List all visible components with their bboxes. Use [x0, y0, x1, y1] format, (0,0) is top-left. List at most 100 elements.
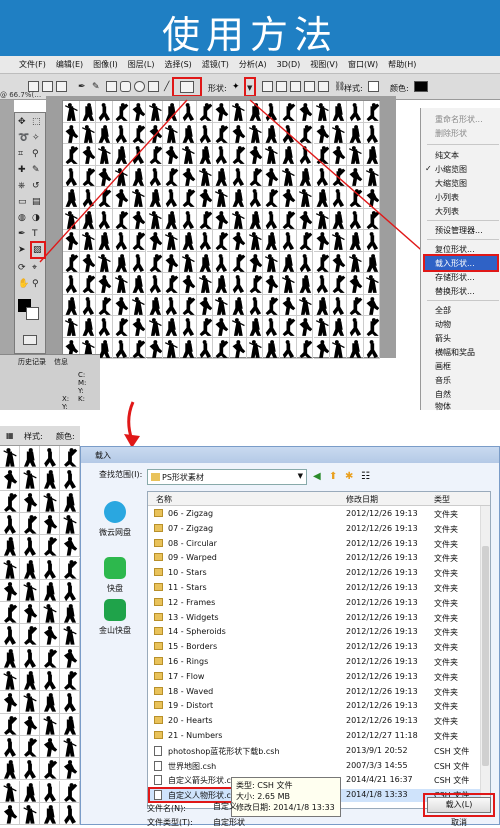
shape-thumbnail[interactable] [40, 691, 60, 714]
tab-info[interactable]: 信息 [54, 357, 68, 367]
menu-item-large-list[interactable]: 大列表 [435, 206, 459, 217]
chevron-down-icon[interactable]: ▼ [298, 472, 303, 480]
menu-item-preset-manager[interactable]: 预设管理器... [435, 225, 483, 236]
place-weiyun[interactable]: 微云网盘 [85, 501, 145, 538]
shape-thumbnail[interactable] [20, 579, 40, 603]
shape-thumbnail[interactable] [0, 691, 20, 714]
shape-thumbnail[interactable] [20, 802, 40, 826]
shape-thumbnail[interactable] [40, 512, 60, 536]
shape-thumbnail[interactable] [0, 646, 20, 669]
file-row[interactable]: 12 - Frames 2012/12/26 19:13 文件夹 [148, 597, 488, 610]
shape-thumbnail[interactable] [40, 669, 60, 692]
shape-thumbnail[interactable] [20, 646, 40, 669]
file-row[interactable]: 15 - Borders 2012/12/26 19:13 文件夹 [148, 641, 488, 654]
file-row[interactable]: 世界地图.csh 2007/3/3 14:55 CSH 文件 [148, 760, 488, 773]
shape-thumbnail[interactable] [0, 490, 20, 513]
filename-input[interactable]: 自定义 [213, 801, 243, 813]
grid-icon[interactable]: ▦ [6, 431, 14, 440]
scrollbar-thumb[interactable] [482, 546, 489, 766]
menu-item-nature[interactable]: 自然 [435, 389, 451, 400]
shape-thumbnail[interactable] [40, 557, 60, 580]
shape-thumbnail[interactable] [60, 535, 80, 558]
shape-thumbnail[interactable] [0, 557, 20, 580]
up-folder-icon[interactable]: ⬆ [329, 471, 337, 482]
shape-thumbnail[interactable] [40, 579, 60, 603]
shape-thumbnail[interactable] [60, 512, 80, 536]
menu-item-load-shapes[interactable]: 载入形状... [435, 258, 475, 269]
shape-thumbnail[interactable] [0, 802, 20, 826]
shape-thumbnail[interactable] [0, 468, 20, 491]
shape-thumbnail[interactable] [20, 446, 40, 469]
menu-item-large-thumbnail[interactable]: 大缩览图 [435, 178, 467, 189]
file-row[interactable]: 10 - Stars 2012/12/26 19:13 文件夹 [148, 567, 488, 580]
column-name[interactable]: 名称 [156, 494, 172, 505]
shape-thumbnail[interactable] [20, 490, 40, 513]
file-row[interactable]: 21 - Numbers 2012/12/27 11:18 文件夹 [148, 730, 488, 743]
menu-item-text-only[interactable]: 纯文本 [435, 150, 459, 161]
shape-thumbnail[interactable] [20, 624, 40, 647]
file-row[interactable]: 20 - Hearts 2012/12/26 19:13 文件夹 [148, 715, 488, 728]
shape-thumbnail[interactable] [0, 735, 20, 759]
shape-thumbnail[interactable] [60, 780, 80, 803]
shape-thumbnail[interactable] [60, 802, 80, 826]
shape-thumbnail[interactable] [40, 780, 60, 803]
menu-item-small-list[interactable]: 小列表 [435, 192, 459, 203]
load-button[interactable]: 载入(L) [427, 797, 491, 813]
file-row[interactable]: 13 - Widgets 2012/12/26 19:13 文件夹 [148, 612, 488, 625]
menu-item-arrows[interactable]: 箭头 [435, 333, 451, 344]
shape-thumbnail[interactable] [60, 557, 80, 580]
shape-thumbnail[interactable] [60, 758, 80, 781]
shape-thumbnail[interactable] [0, 535, 20, 558]
file-row[interactable]: 06 - Zigzag 2012/12/26 19:13 文件夹 [148, 508, 488, 521]
shape-thumbnail[interactable] [0, 713, 20, 736]
view-menu-icon[interactable]: ☷ [361, 471, 370, 482]
shape-thumbnail[interactable] [20, 512, 40, 536]
vertical-scrollbar[interactable] [480, 506, 490, 808]
shape-thumbnail[interactable] [0, 602, 20, 625]
file-row[interactable]: 19 - Distort 2012/12/26 19:13 文件夹 [148, 700, 488, 713]
menu-item-replace-shapes[interactable]: 替换形状... [435, 286, 475, 297]
menu-item-banners-awards[interactable]: 横幅和奖品 [435, 347, 475, 358]
shape-thumbnail[interactable] [40, 624, 60, 647]
place-kuaipan[interactable]: 快盘 [85, 557, 145, 594]
shape-thumbnail[interactable] [0, 780, 20, 803]
shape-thumbnail[interactable] [40, 602, 60, 625]
shape-thumbnail[interactable] [60, 602, 80, 625]
shape-thumbnail[interactable] [40, 735, 60, 759]
shape-thumbnail[interactable] [20, 535, 40, 558]
shape-thumbnail[interactable] [60, 579, 80, 603]
shape-thumbnail[interactable] [0, 579, 20, 603]
shape-thumbnail[interactable] [20, 758, 40, 781]
shape-thumbnail[interactable] [20, 557, 40, 580]
shape-thumbnail[interactable] [60, 691, 80, 714]
file-row[interactable]: 08 - Circular 2012/12/26 19:13 文件夹 [148, 538, 488, 551]
shape-thumbnail[interactable] [0, 624, 20, 647]
shape-thumbnail[interactable] [20, 735, 40, 759]
file-row[interactable]: 14 - Spheroids 2012/12/26 19:13 文件夹 [148, 626, 488, 639]
shape-thumbnail[interactable] [0, 758, 20, 781]
shape-thumbnail[interactable] [0, 669, 20, 692]
shape-thumbnail[interactable] [0, 512, 20, 536]
shape-thumbnail[interactable] [20, 713, 40, 736]
column-type[interactable]: 类型 [434, 494, 450, 505]
shape-thumbnail[interactable] [40, 646, 60, 669]
menu-item-rename-shape[interactable]: 重命名形状... [435, 114, 483, 125]
shape-thumbnail[interactable] [20, 602, 40, 625]
place-kingsoft-kuaipan[interactable]: 金山快盘 [85, 599, 145, 636]
shape-thumbnail[interactable] [40, 446, 60, 469]
shape-thumbnail[interactable] [40, 490, 60, 513]
menu-item-objects[interactable]: 物体 [435, 401, 451, 412]
shape-thumbnail[interactable] [40, 802, 60, 826]
cancel-button[interactable]: 取消 [427, 817, 491, 827]
shape-thumbnail[interactable] [40, 713, 60, 736]
menu-item-music[interactable]: 音乐 [435, 375, 451, 386]
file-row[interactable]: photoshop蓝花形状下载b.csh 2013/9/1 20:52 CSH 文件 [148, 745, 488, 758]
shape-thumbnail[interactable] [60, 669, 80, 692]
menu-item-animals[interactable]: 动物 [435, 319, 451, 330]
new-folder-icon[interactable]: ✱ [345, 471, 353, 482]
shape-thumbnail[interactable] [40, 468, 60, 491]
shape-thumbnail[interactable] [20, 780, 40, 803]
shape-thumbnail[interactable] [60, 468, 80, 491]
menu-item-delete-shape[interactable]: 删除形状 [435, 128, 467, 139]
menu-item-all[interactable]: 全部 [435, 305, 451, 316]
